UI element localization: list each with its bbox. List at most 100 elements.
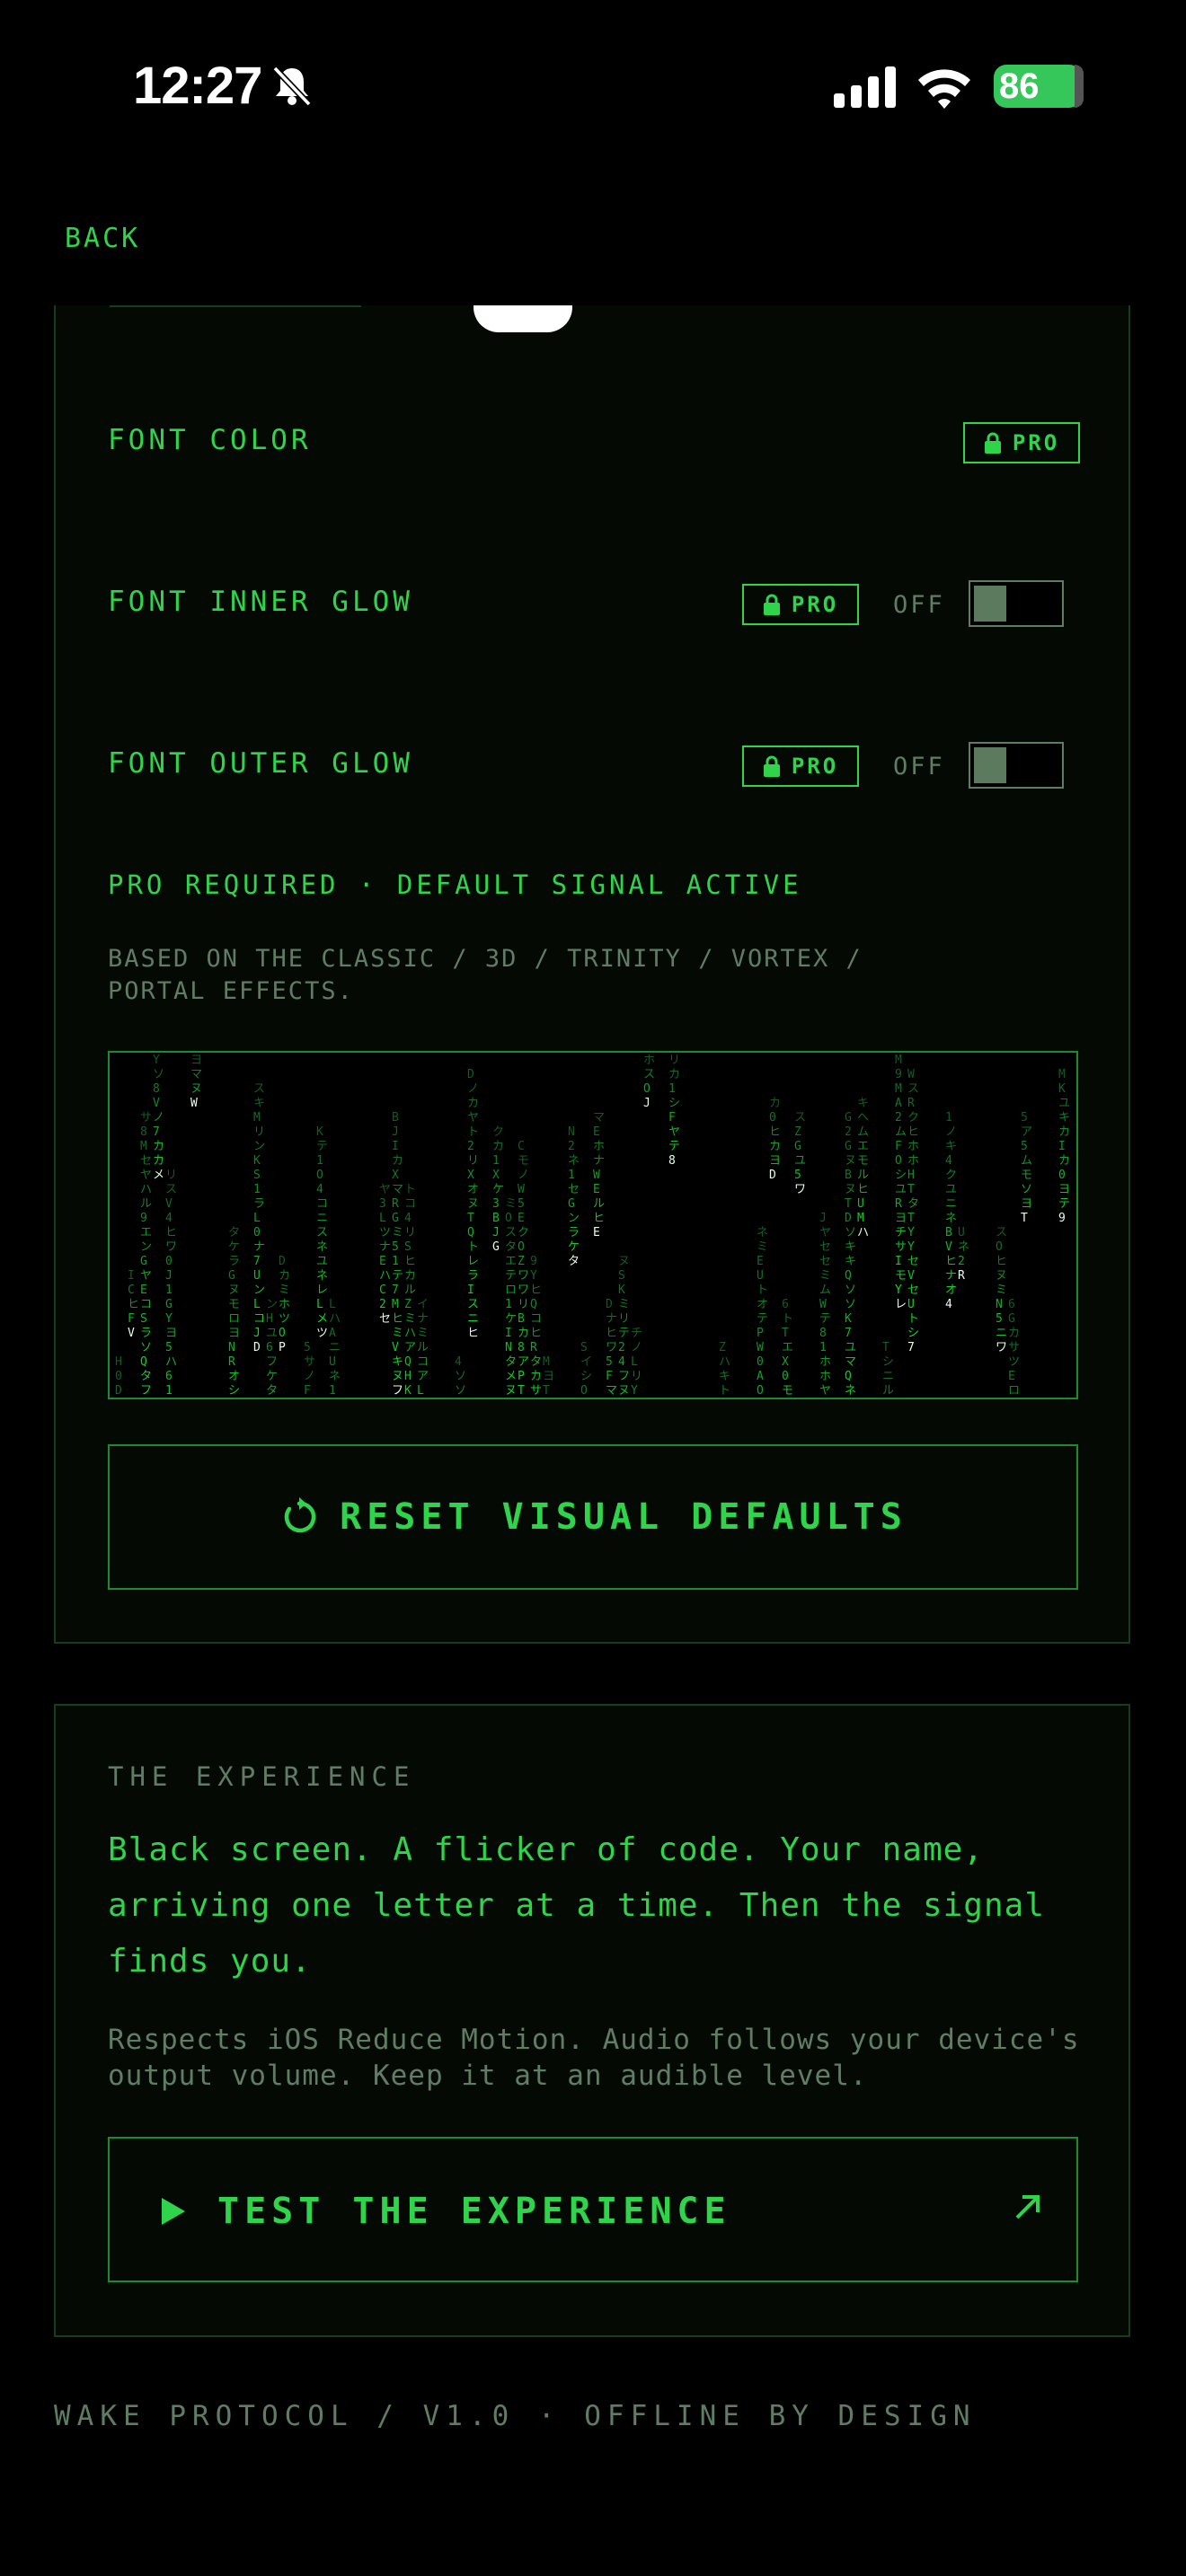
code-rain-glyph: シ <box>895 1169 907 1182</box>
code-rain-glyph: ヒ <box>392 1312 403 1326</box>
code-rain-glyph: ラ <box>253 1197 265 1211</box>
code-rain-glyph: 1 <box>253 1183 261 1196</box>
code-rain-glyph: リ <box>668 1054 680 1067</box>
code-rain-glyph: ア <box>404 1341 416 1354</box>
code-rain-glyph: K <box>253 1154 261 1168</box>
code-rain-glyph: ロ <box>505 1284 517 1297</box>
experience-body: Black screen. A flicker of code. Your na… <box>108 1831 1045 1980</box>
code-rain-glyph: ヒ <box>530 1284 542 1297</box>
code-rain-glyph: 2 <box>958 1255 965 1268</box>
code-rain-glyph: ユ <box>794 1154 806 1168</box>
reset-visual-defaults-button[interactable]: RESET VISUAL DEFAULTS <box>108 1444 1078 1590</box>
code-rain-glyph: O <box>895 1154 902 1168</box>
code-rain-glyph: M <box>140 1140 147 1153</box>
code-rain-glyph: 0 <box>165 1255 173 1268</box>
lock-icon <box>984 432 1001 454</box>
pro-required-notice: PRO REQUIRED · DEFAULT SIGNAL ACTIVE <box>108 869 802 900</box>
code-rain-glyph: カ <box>492 1140 504 1153</box>
code-rain-glyph: H <box>266 1312 273 1326</box>
code-rain-glyph: ラ <box>568 1226 580 1239</box>
code-rain-glyph: フ <box>392 1384 403 1398</box>
code-rain-glyph: 2 <box>467 1140 474 1153</box>
code-rain-glyph: ヌ <box>190 1082 202 1096</box>
code-rain-glyph: マ <box>593 1111 605 1125</box>
code-rain-glyph: ン <box>253 1140 265 1153</box>
code-rain-glyph: ホ <box>907 1140 919 1153</box>
code-rain-glyph: ワ <box>606 1341 617 1354</box>
code-rain-glyph: ワ <box>996 1341 1007 1354</box>
outer-glow-pro-badge[interactable]: PRO <box>742 745 859 787</box>
font-color-pro-badge[interactable]: PRO <box>963 422 1080 463</box>
back-button[interactable]: BACK <box>65 223 140 254</box>
code-rain-glyph: V <box>165 1197 173 1211</box>
code-rain-glyph: F <box>606 1370 613 1383</box>
inner-glow-pro-badge[interactable]: PRO <box>742 584 859 625</box>
code-rain-glyph: ス <box>907 1082 919 1096</box>
inner-glow-toggle[interactable] <box>969 580 1064 627</box>
outer-glow-toggle[interactable] <box>969 742 1064 789</box>
code-rain-glyph: レ <box>467 1255 479 1268</box>
code-rain-glyph: S <box>580 1341 588 1354</box>
code-rain-glyph: ア <box>417 1370 429 1383</box>
code-rain-glyph: 8 <box>518 1341 525 1354</box>
code-rain-glyph: V <box>907 1269 915 1283</box>
code-rain-glyph: W <box>819 1298 827 1311</box>
code-rain-glyph: ノ <box>467 1082 479 1096</box>
code-rain-glyph: リ <box>518 1298 529 1311</box>
code-rain-glyph: Y <box>165 1312 173 1326</box>
code-rain-glyph: ヒ <box>907 1125 919 1139</box>
toggle-knob <box>974 586 1006 622</box>
experience-title: THE EXPERIENCE <box>108 1761 416 1792</box>
code-rain-glyph: M <box>895 1082 902 1096</box>
code-rain-glyph: ル <box>593 1197 605 1211</box>
code-rain-glyph: ケ <box>505 1312 517 1326</box>
card-top-edge <box>110 305 361 307</box>
code-rain-glyph: キ <box>857 1097 869 1110</box>
code-rain-glyph: 7 <box>845 1327 852 1340</box>
code-rain-glyph: リ <box>618 1312 630 1326</box>
code-rain-glyph: ワ <box>794 1183 806 1196</box>
code-rain-glyph: ヒ <box>606 1327 617 1340</box>
code-rain-glyph: ツ <box>379 1226 391 1239</box>
code-rain-glyph: W <box>190 1097 198 1110</box>
code-rain-glyph: L <box>253 1212 261 1225</box>
code-rain-glyph: ホ <box>907 1154 919 1168</box>
code-rain-glyph: D <box>253 1341 261 1354</box>
code-rain-glyph: カ <box>392 1154 403 1168</box>
code-rain-glyph: J <box>819 1212 827 1225</box>
code-rain-glyph: 7 <box>392 1284 399 1297</box>
code-rain-glyph: キ <box>945 1140 957 1153</box>
code-rain-glyph: 6 <box>1008 1298 1015 1311</box>
code-rain-glyph: W <box>757 1341 764 1354</box>
code-rain-glyph: T <box>782 1327 789 1340</box>
code-rain-glyph: ス <box>996 1226 1007 1239</box>
code-rain-glyph: エ <box>505 1255 517 1268</box>
code-rain-glyph: セ <box>907 1255 919 1268</box>
code-rain-glyph: Z <box>518 1255 525 1268</box>
code-rain-glyph: チ <box>895 1226 907 1239</box>
code-rain-glyph: カ <box>769 1140 781 1153</box>
code-rain-glyph: マ <box>190 1068 202 1081</box>
code-rain-glyph: シ <box>580 1370 592 1383</box>
footer-text: WAKE PROTOCOL / V1.0 · OFFLINE BY DESIGN <box>54 2400 977 2432</box>
code-rain-glyph: Q <box>845 1269 852 1283</box>
code-rain-glyph: U <box>253 1269 261 1283</box>
code-rain-glyph: ナ <box>606 1312 617 1326</box>
lock-icon <box>763 594 780 615</box>
pro-label: PRO <box>791 592 839 617</box>
code-rain-glyph: U <box>329 1355 336 1369</box>
code-rain-glyph: タ <box>228 1226 240 1239</box>
code-rain-glyph: N <box>228 1341 235 1354</box>
code-rain-glyph: カ <box>668 1068 680 1081</box>
code-rain-glyph: ケ <box>266 1370 278 1383</box>
code-rain-glyph: セ <box>819 1255 831 1268</box>
code-rain-glyph: ノ <box>945 1125 957 1139</box>
code-rain-glyph: オ <box>467 1183 479 1196</box>
code-rain-glyph: ス <box>643 1068 655 1081</box>
code-rain-glyph: チ <box>631 1327 642 1340</box>
code-rain-glyph: タ <box>266 1384 278 1398</box>
code-rain-glyph: 7 <box>253 1255 261 1268</box>
test-experience-button[interactable]: TEST THE EXPERIENCE <box>108 2137 1078 2282</box>
code-rain-glyph: 7 <box>907 1341 915 1354</box>
code-rain-glyph: ク <box>945 1169 957 1182</box>
